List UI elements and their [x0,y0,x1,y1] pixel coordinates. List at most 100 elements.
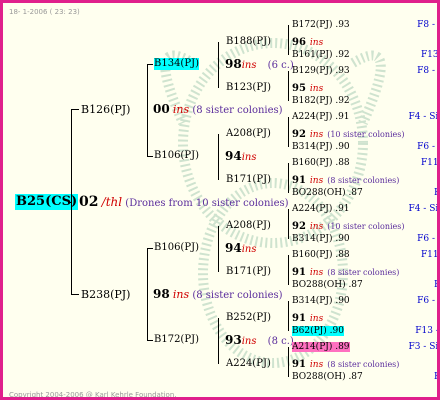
connector [147,64,153,65]
gen4-row: BO288(OH) .87 F12 - Sinop62R [292,280,437,291]
origin-label: F6 - AthosSt80R [417,234,437,244]
gen4-row: 92 ins (10 sister colonies) [292,220,405,234]
ins: ins [241,336,257,347]
year: 95 [292,83,306,94]
root-ins: /thl [101,195,123,209]
parent-info: 00 ins (8 sister colonies) [153,102,283,117]
gen4-node[interactable]: B160(PJ) .88 [292,250,350,260]
gen4-node[interactable]: A214(PJ) .89 [292,342,350,352]
gen3-node[interactable]: B252(PJ) [226,312,271,324]
origin-label: F6 - AthosSt80R [417,296,437,306]
gen4-row: A214(PJ) .89 F3 - SinopEgg86R [292,342,437,353]
gen4-row: B172(PJ) .93 F8 - AthosSt80R [292,20,437,31]
parent-node[interactable]: B126(PJ) [81,103,130,116]
gen4-row: 96 ins [292,36,323,50]
note: (10 sister colonies) [327,130,405,139]
note: (8 sister colonies) [192,290,283,301]
gen4-node[interactable]: B62(PJ) .90 [292,326,344,336]
gen4-node[interactable]: BO288(OH) .87 [292,372,363,382]
gen4-node[interactable]: B160(PJ) .88 [292,158,350,168]
connector [288,71,289,101]
note: (10 sister colonies) [327,222,405,231]
year: 94 [225,149,242,163]
connector [71,294,79,295]
parent-node[interactable]: B238(PJ) [81,288,130,301]
gen4-row: B314(PJ) .90 F6 - AthosSt80R [292,296,437,307]
gen4-node[interactable]: B314(PJ) .90 [292,142,350,152]
origin-label: F5 - B14D [402,96,437,107]
gp-info: 94ins [225,241,256,256]
gen4-row: B160(PJ) .88 F11 - Sinop62R [292,158,437,169]
gen4-node[interactable]: B182(PJ) .92 [292,96,350,106]
year: 91 [292,359,306,370]
gen4-row: 95 ins [292,82,323,96]
grandparent-node[interactable]: B106(PJ) [154,242,199,254]
gen4-row: A224(PJ) .91 F4 - SinopEgg86R [292,204,437,215]
grandparent-node[interactable]: B134(PJ) [154,58,199,70]
gen3-node[interactable]: A224(PJ) [226,358,271,370]
gen3-node[interactable]: B123(PJ) [226,82,271,94]
connector [68,202,72,203]
connector [147,248,153,249]
root-year: 02 [79,194,99,210]
gen3-node[interactable]: A208(PJ) [226,128,271,140]
gen4-row: 91 ins (8 sister colonies) [292,174,399,188]
connector [288,255,289,285]
year: 91 [292,175,306,186]
gen4-row: 91 ins (8 sister colonies) [292,358,399,372]
origin-label: F6 - AthosSt80R [417,142,437,152]
connector [288,209,289,239]
connector [71,109,79,110]
gen4-node[interactable]: B314(PJ) .90 [292,296,350,306]
gen3-node[interactable]: A208(PJ) [226,220,271,232]
origin-label: F11 - Sinop62R [420,158,439,168]
ins: ins [172,103,190,116]
gen4-node[interactable]: B172(PJ) .93 [292,20,350,30]
year: 00 [153,102,170,116]
gen3-node[interactable]: B188(PJ) [226,36,271,48]
gen4-node[interactable]: B314(PJ) .90 [292,234,350,244]
origin-label: F12 - Sinop62R [434,372,440,382]
gen4-row: A224(PJ) .91 F4 - SinopEgg86R [292,112,437,123]
connector [218,318,219,364]
gp-info: 94ins [225,149,256,164]
gen4-row: B161(PJ) .92 F13 - Sinop62R [292,50,437,61]
origin-label: F4 - SinopEgg86R [408,204,439,214]
origin-label: F3 - SinopEgg86R [408,342,439,352]
gen4-node[interactable]: BO288(OH) .87 [292,280,363,290]
gen4-row: 91 ins (8 sister colonies) [292,266,399,280]
gen4-node[interactable]: A224(PJ) .91 [292,112,350,122]
origin-label: F8 - AthosSt80R [417,20,437,30]
gp-info: 98ins (6 c.) [225,57,294,72]
gen4-node[interactable]: A224(PJ) .91 [292,204,350,214]
note: (6 c.) [267,60,294,71]
gen4-node[interactable]: B129(PJ) .93 [292,66,350,76]
copyright: Copyright 2004-2006 @ Karl Kehrle Founda… [9,391,177,399]
connector [147,64,148,156]
year: 94 [225,241,242,255]
gen4-node[interactable]: BO288(OH) .87 [292,188,363,198]
year: 98 [225,57,242,71]
origin-label: F12 - Sinop62R [434,280,440,290]
origin-label: F11 - Sinop62R [420,250,439,260]
year: 92 [292,221,306,232]
gen4-node[interactable]: B161(PJ) .92 [292,50,350,60]
connector [218,134,219,180]
origin-label: F8 - AthosSt80R [417,66,437,76]
gen3-node[interactable]: B171(PJ) [226,174,271,186]
gen4-row: B62(PJ) .90 F13 - Sinop62R [292,326,437,337]
timestamp: 18- 1-2006 ( 23: 23) [9,8,80,16]
gen4-row: B160(PJ) .88 F11 - Sinop62R [292,250,437,261]
gen3-node[interactable]: B171(PJ) [226,266,271,278]
grandparent-node[interactable]: B172(PJ) [154,334,199,346]
connector [218,42,219,88]
origin-label: F12 - Sinop62R [434,188,440,198]
grandparent-node[interactable]: B106(PJ) [154,150,199,162]
note: (8 c.) [267,336,294,347]
gen4-row: 91 ins [292,312,323,326]
ins: ins [241,244,257,255]
year: 98 [153,287,170,301]
gen4-row: B129(PJ) .93 F8 - AthosSt80R [292,66,437,77]
root-info: 02 /thl (Drones from 10 sister colonies) [79,194,289,210]
gen4-row: BO288(OH) .87 F12 - Sinop62R [292,188,437,199]
